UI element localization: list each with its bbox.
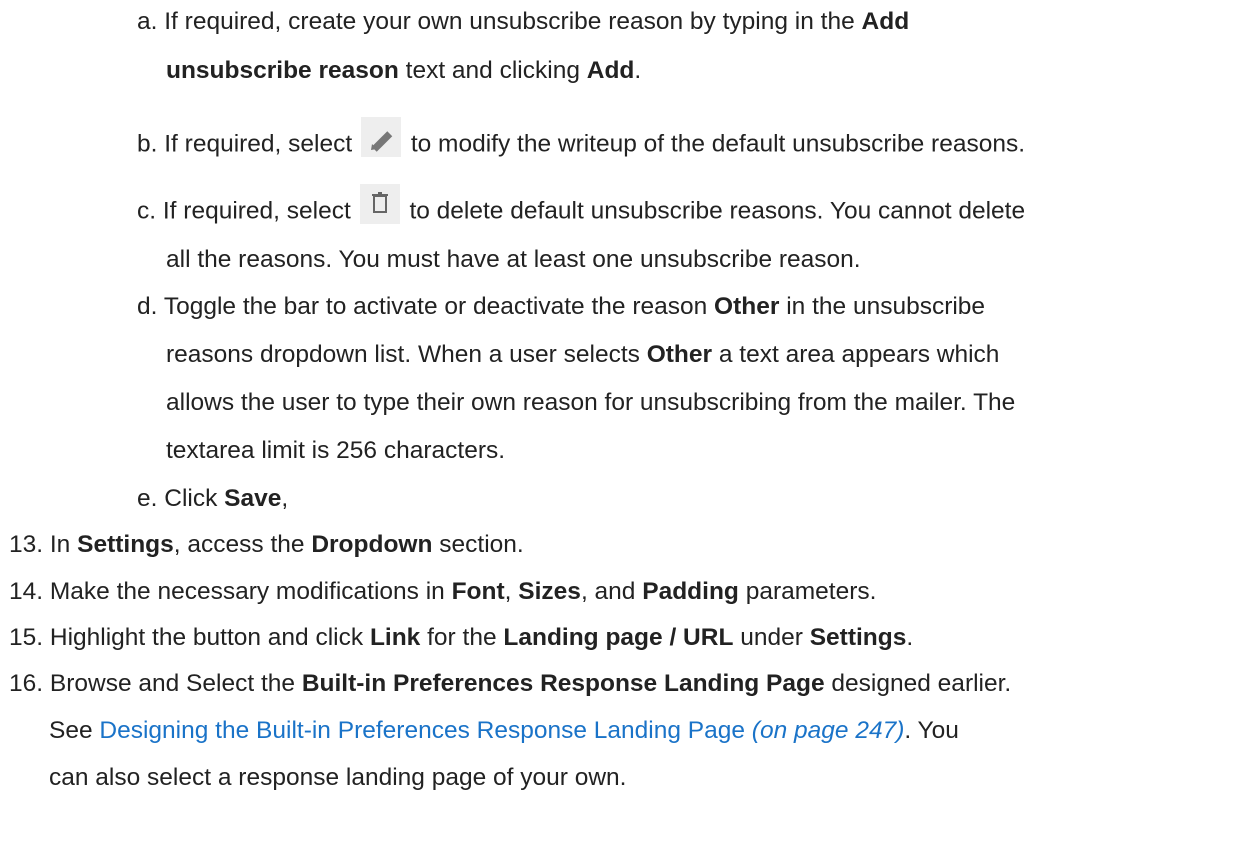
step-d-line-2: reasons dropdown list. When a user selec… (166, 341, 1000, 368)
step-c-line-1: c. If required, select to delete default… (137, 184, 1025, 232)
step-a-marker: a. (137, 8, 158, 35)
step-d-line-3: allows the user to type their own reason… (166, 389, 1016, 416)
step-13: 13. In Settings, access the Dropdown sec… (9, 531, 524, 558)
step-b-marker: b. (137, 130, 158, 158)
step-d-bold-other: Other (714, 293, 780, 320)
step-c-marker: c. (137, 197, 157, 225)
step-16-line-2: See Designing the Built-in Preferences R… (49, 717, 959, 744)
step-14: 14. Make the necessary modifications in … (9, 578, 877, 605)
step-13-marker: 13. (9, 531, 44, 558)
step-14-marker: 14. (9, 578, 44, 605)
step-d-marker: d. (137, 293, 158, 320)
step-a-line-1: a. If required, create your own unsubscr… (137, 7, 909, 37)
step-b-line-1: b. If required, select to modify the wri… (137, 117, 1025, 165)
step-a-bold-reason: unsubscribe reason (166, 57, 399, 84)
designing-landing-page-link[interactable]: Designing the Built-in Preferences Respo… (99, 717, 904, 744)
step-d-line-1: d. Toggle the bar to activate or deactiv… (137, 293, 986, 320)
step-c-line-2: all the reasons. You must have at least … (166, 246, 861, 273)
step-d-bold-other-2: Other (646, 341, 713, 368)
step-e-marker: e. (137, 485, 158, 512)
step-16-line-3: can also select a response landing page … (49, 764, 627, 791)
step-e-bold-save: Save (224, 485, 282, 512)
step-a-line-2: unsubscribe reason text and clicking Add… (166, 57, 642, 84)
step-15: 15. Highlight the button and click Link … (9, 624, 914, 651)
step-a-text: If required, create your own unsubscribe… (164, 8, 862, 35)
trash-icon (359, 184, 400, 224)
step-16-marker: 16. (9, 670, 44, 697)
page-reference[interactable]: (on page 247) (752, 717, 905, 744)
step-a-bold-add-2: Add (586, 57, 635, 84)
step-16-line-1: 16. Browse and Select the Built-in Prefe… (9, 670, 1012, 697)
pencil-icon (361, 117, 401, 157)
step-15-marker: 15. (9, 624, 44, 651)
step-a-bold-add: Add (861, 8, 910, 35)
step-e-line-1: e. Click Save, (137, 485, 289, 512)
step-d-line-4: textarea limit is 256 characters. (166, 437, 506, 464)
